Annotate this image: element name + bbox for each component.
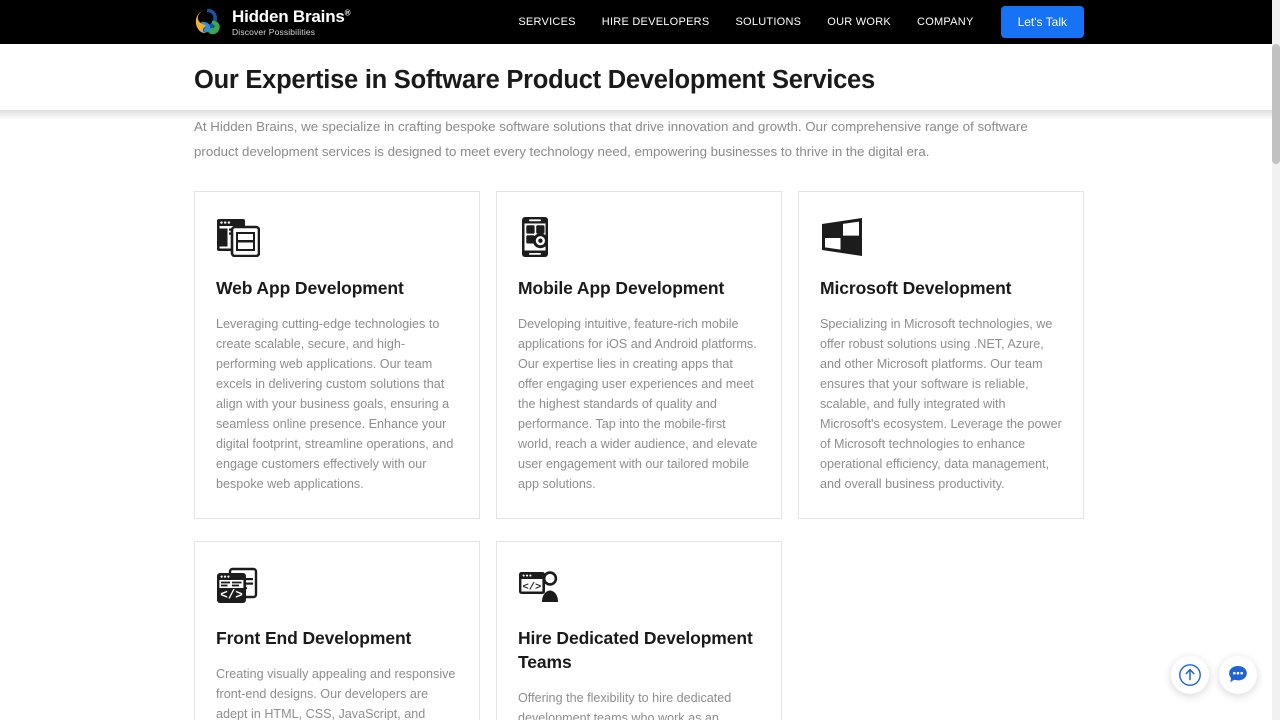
arrow-up-circle-icon (1179, 664, 1201, 686)
nav-item-company[interactable]: COMPANY (904, 10, 987, 34)
card-description: Leveraging cutting-edge technologies to … (216, 317, 454, 491)
card-icon-wrapper: </> (216, 564, 458, 610)
svg-text:</>: </> (220, 589, 243, 603)
code-browser-window-icon: </> (217, 567, 258, 603)
brand-name: Hidden Brains (232, 6, 345, 26)
site-header: Hidden Brains® Discover Possibilities SE… (0, 0, 1280, 44)
brand-tagline: Discover Possibilities (232, 26, 316, 37)
developer-team-code-icon: </> (519, 571, 558, 602)
lets-talk-button[interactable]: Let's Talk (1000, 6, 1084, 38)
card-title: Mobile App Development (518, 278, 725, 298)
brand-registered-mark: ® (344, 8, 351, 18)
service-card-web-app-development[interactable]: Web App Development Leveraging cutting-e… (194, 191, 480, 519)
card-description: Developing intuitive, feature-rich mobil… (518, 317, 758, 491)
chat-widget-button[interactable] (1219, 656, 1257, 694)
scroll-to-top-button[interactable] (1171, 656, 1209, 694)
card-icon-wrapper (518, 214, 760, 260)
header-inner: Hidden Brains® Discover Possibilities SE… (0, 6, 1280, 38)
card-icon-wrapper (820, 214, 1062, 260)
card-title: Front End Development (216, 628, 412, 648)
card-description: Specializing in Microsoft technologies, … (820, 317, 1062, 491)
page-intro-text: At Hidden Brains, we specialize in craft… (194, 119, 1028, 159)
card-title: Web App Development (216, 278, 404, 298)
page-body: Our Expertise in Software Product Develo… (0, 66, 1280, 720)
service-card-microsoft-development[interactable]: Microsoft Development Specializing in Mi… (798, 191, 1084, 519)
service-card-front-end-development[interactable]: </> Front End Development Creating visua… (194, 541, 480, 720)
service-card-mobile-app-development[interactable]: Mobile App Development Developing intuit… (496, 191, 782, 519)
page-scrollbar[interactable] (1272, 0, 1280, 720)
nav-item-our-work[interactable]: OUR WORK (814, 10, 904, 34)
chat-bubble-dots-icon (1229, 666, 1247, 683)
microsoft-windows-icon (822, 218, 862, 256)
hidden-brains-logo-icon (195, 8, 220, 35)
content-container: Our Expertise in Software Product Develo… (0, 66, 1280, 720)
card-description: Creating visually appealing and responsi… (216, 667, 456, 720)
card-icon-wrapper: </> (518, 564, 760, 610)
scrollbar-thumb[interactable] (1272, 44, 1280, 164)
nav-item-services[interactable]: SERVICES (505, 10, 588, 34)
service-card-hire-dedicated-teams[interactable]: </> Hire Dedicated Development Teams Off… (496, 541, 782, 720)
nav-item-hire-developers[interactable]: HIRE DEVELOPERS (589, 10, 723, 34)
page-title: Our Expertise in Software Product Develo… (194, 66, 875, 94)
floating-action-buttons (1171, 656, 1257, 694)
mobile-phone-apps-icon (522, 217, 548, 257)
brand-text: Hidden Brains® Discover Possibilities (232, 8, 351, 37)
card-title: Hire Dedicated Development Teams (518, 628, 753, 672)
services-card-grid: Web App Development Leveraging cutting-e… (194, 191, 1086, 720)
main-navigation: SERVICES HIRE DEVELOPERS SOLUTIONS OUR W… (505, 6, 1084, 38)
brand-logo-link[interactable]: Hidden Brains® Discover Possibilities (192, 7, 351, 37)
card-icon-wrapper (216, 214, 458, 260)
web-browser-tablet-icon (217, 219, 260, 257)
nav-item-solutions[interactable]: SOLUTIONS (722, 10, 814, 34)
card-title: Microsoft Development (820, 278, 1012, 298)
card-description: Offering the flexibility to hire dedicat… (518, 691, 732, 720)
svg-text:</>: </> (522, 581, 541, 593)
